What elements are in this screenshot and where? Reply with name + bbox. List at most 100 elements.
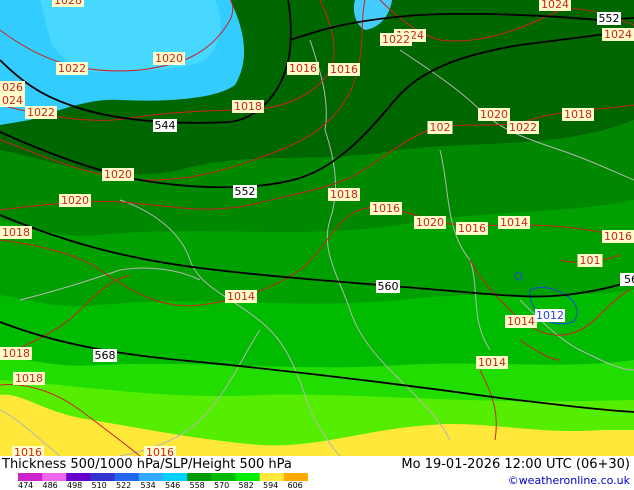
legend-tick-label: 534 xyxy=(140,481,156,490)
slp-label: 1020 xyxy=(414,216,446,229)
legend-tick-label: 606 xyxy=(287,481,303,490)
svg-text:1020: 1020 xyxy=(480,108,508,121)
height-label: 552 xyxy=(597,12,621,25)
svg-text:1016: 1016 xyxy=(146,446,174,456)
legend-swatch xyxy=(66,473,91,481)
svg-text:552: 552 xyxy=(599,12,620,25)
svg-text:1022: 1022 xyxy=(27,106,55,119)
svg-text:1016: 1016 xyxy=(372,202,400,215)
slp-label: 1022 xyxy=(380,33,412,46)
slp-label: 024 xyxy=(0,94,25,107)
slp-label: 1022 xyxy=(25,106,57,119)
legend-tick-label: 582 xyxy=(238,481,254,490)
legend-tick-label: 570 xyxy=(214,481,230,490)
slp-label: 1014 xyxy=(505,315,537,328)
slp-label: 1016 xyxy=(287,62,319,75)
svg-text:1014: 1014 xyxy=(227,290,255,303)
legend-swatch xyxy=(163,473,188,481)
legend-swatch xyxy=(90,473,116,481)
svg-text:560: 560 xyxy=(378,280,399,293)
legend-tick-label: 486 xyxy=(42,481,58,490)
legend-swatch xyxy=(211,473,236,481)
svg-text:56: 56 xyxy=(624,273,634,286)
svg-text:1020: 1020 xyxy=(104,168,132,181)
slp-label: 1018 xyxy=(0,347,32,360)
map-title: Thickness 500/1000 hPa/SLP/Height 500 hP… xyxy=(2,457,292,472)
legend-colorbar xyxy=(18,473,308,481)
valid-time: Mo 19-01-2026 12:00 UTC (06+30) xyxy=(401,457,630,472)
credit-link[interactable]: ©weatheronline.co.uk xyxy=(508,474,630,487)
slp-label: 1020 xyxy=(59,194,91,207)
svg-text:1022: 1022 xyxy=(382,33,410,46)
height-label: 560 xyxy=(376,280,400,293)
svg-text:1020: 1020 xyxy=(61,194,89,207)
slp-label: 026 xyxy=(0,81,25,94)
svg-text:1020: 1020 xyxy=(155,52,183,65)
legend-swatch xyxy=(138,473,164,481)
slp-label: 101 xyxy=(577,254,603,267)
legend-swatch xyxy=(114,473,140,481)
svg-text:1016: 1016 xyxy=(14,446,42,456)
slp-label: 1016 xyxy=(370,202,402,215)
slp-label: 102 xyxy=(427,121,453,134)
slp-label: 1024 xyxy=(539,0,571,11)
svg-text:1016: 1016 xyxy=(289,62,317,75)
legend-tick-label: 498 xyxy=(67,481,83,490)
weather-map: 552 544 552 560 56 568 10281022102002602… xyxy=(0,0,634,456)
svg-text:024: 024 xyxy=(2,94,23,107)
slp-label: 1018 xyxy=(562,108,594,121)
legend-swatch xyxy=(42,473,67,481)
svg-text:568: 568 xyxy=(95,349,116,362)
svg-text:1028: 1028 xyxy=(54,0,82,7)
svg-text:544: 544 xyxy=(155,119,176,132)
svg-text:1018: 1018 xyxy=(234,100,262,113)
svg-text:1018: 1018 xyxy=(330,188,358,201)
legend-swatch xyxy=(283,473,308,481)
slp-label: 1018 xyxy=(328,188,360,201)
slp-label: 1024 xyxy=(602,28,634,41)
slp-label: 1014 xyxy=(225,290,257,303)
legend-swatch xyxy=(259,473,285,481)
svg-text:1022: 1022 xyxy=(58,62,86,75)
svg-text:1018: 1018 xyxy=(564,108,592,121)
height-label: 56 xyxy=(620,273,634,286)
slp-label: 1022 xyxy=(507,121,539,134)
legend-swatch xyxy=(18,473,43,481)
legend-tick-label: 558 xyxy=(189,481,205,490)
legend-tick-label: 546 xyxy=(165,481,181,490)
slp-label: 1016 xyxy=(328,63,360,76)
height-label: 552 xyxy=(233,185,257,198)
slp-label: 1018 xyxy=(13,372,45,385)
svg-text:1018: 1018 xyxy=(2,226,30,239)
slp-label: 1014 xyxy=(498,216,530,229)
slp-label: 1016 xyxy=(144,446,176,456)
svg-text:552: 552 xyxy=(235,185,256,198)
height-label: 544 xyxy=(153,119,177,132)
legend-tick-label: 510 xyxy=(91,481,107,490)
svg-text:026: 026 xyxy=(2,81,23,94)
svg-text:1016: 1016 xyxy=(330,63,358,76)
svg-text:1014: 1014 xyxy=(478,356,506,369)
svg-text:1014: 1014 xyxy=(507,315,535,328)
slp-label: 1020 xyxy=(153,52,185,65)
svg-text:1020: 1020 xyxy=(416,216,444,229)
svg-text:1016: 1016 xyxy=(458,222,486,235)
svg-text:1022: 1022 xyxy=(509,121,537,134)
slp-label: 1018 xyxy=(0,226,32,239)
slp-label: 1016 xyxy=(12,446,44,456)
slp-label: 1016 xyxy=(456,222,488,235)
legend-tick-label: 522 xyxy=(116,481,132,490)
slp-label: 1014 xyxy=(476,356,508,369)
svg-text:1024: 1024 xyxy=(604,28,632,41)
svg-text:1012: 1012 xyxy=(536,309,564,322)
svg-text:101: 101 xyxy=(580,254,601,267)
svg-text:1014: 1014 xyxy=(500,216,528,229)
legend-swatch xyxy=(235,473,261,481)
legend-tick-label: 594 xyxy=(263,481,279,490)
svg-text:1024: 1024 xyxy=(541,0,569,11)
slp-label: 1022 xyxy=(56,62,88,75)
slp-label: 1028 xyxy=(52,0,84,7)
height-label: 568 xyxy=(93,349,117,362)
slp-low-label: 1012 xyxy=(535,309,565,322)
svg-text:1018: 1018 xyxy=(2,347,30,360)
